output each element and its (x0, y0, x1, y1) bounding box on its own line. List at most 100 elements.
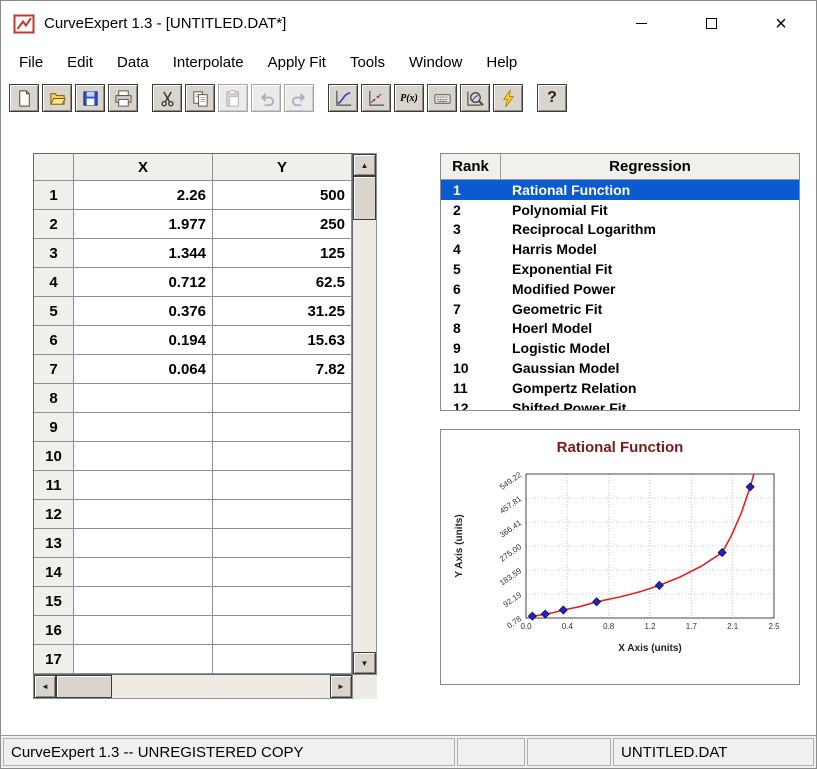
keyboard-button[interactable] (427, 84, 457, 112)
row-header[interactable]: 13 (34, 529, 74, 558)
cell-y[interactable]: 15.63 (213, 326, 352, 355)
rank-row[interactable]: 8Hoerl Model (441, 319, 799, 339)
rank-row[interactable]: 9Logistic Model (441, 338, 799, 358)
cell-x[interactable] (74, 558, 213, 587)
cell-y[interactable]: 7.82 (213, 355, 352, 384)
cell-x[interactable]: 1.344 (74, 239, 213, 268)
row-header[interactable]: 12 (34, 500, 74, 529)
cell-x[interactable] (74, 645, 213, 674)
menu-item-tools[interactable]: Tools (338, 49, 397, 76)
paste-button[interactable] (218, 84, 248, 112)
hscroll-thumb[interactable] (56, 675, 112, 698)
cell-x[interactable] (74, 384, 213, 413)
copy-button[interactable] (185, 84, 215, 112)
polynomial-button[interactable]: P(x) (394, 84, 424, 112)
print-button[interactable] (108, 84, 138, 112)
maximize-button[interactable] (676, 1, 746, 46)
cell-y[interactable]: 62.5 (213, 268, 352, 297)
row-header[interactable]: 17 (34, 645, 74, 674)
cell-y[interactable] (213, 616, 352, 645)
row-header[interactable]: 6 (34, 326, 74, 355)
save-button[interactable] (75, 84, 105, 112)
cell-y[interactable]: 500 (213, 181, 352, 210)
grid-vertical-scrollbar[interactable]: ▲ ▼ (353, 153, 377, 675)
open-button[interactable] (42, 84, 72, 112)
grid-horizontal-scrollbar[interactable]: ◄ ► (33, 675, 353, 699)
row-header[interactable]: 5 (34, 297, 74, 326)
cell-x[interactable]: 2.26 (74, 181, 213, 210)
cut-button[interactable] (152, 84, 182, 112)
undo-button[interactable] (251, 84, 281, 112)
cell-y[interactable] (213, 529, 352, 558)
close-button[interactable]: × (746, 1, 816, 46)
menu-item-edit[interactable]: Edit (55, 49, 105, 76)
cell-x[interactable] (74, 500, 213, 529)
compare-fits-button[interactable] (361, 84, 391, 112)
scroll-up-button[interactable]: ▲ (353, 154, 376, 176)
rank-row[interactable]: 10Gaussian Model (441, 358, 799, 378)
cell-y[interactable] (213, 558, 352, 587)
cell-y[interactable]: 250 (213, 210, 352, 239)
cell-x[interactable] (74, 413, 213, 442)
cell-y[interactable] (213, 471, 352, 500)
cell-y[interactable] (213, 413, 352, 442)
calculate-button[interactable] (493, 84, 523, 112)
row-header[interactable]: 8 (34, 384, 74, 413)
menu-item-data[interactable]: Data (105, 49, 161, 76)
cell-x[interactable]: 0.712 (74, 268, 213, 297)
scroll-down-button[interactable]: ▼ (353, 652, 376, 674)
menu-item-apply-fit[interactable]: Apply Fit (256, 49, 338, 76)
row-header[interactable]: 3 (34, 239, 74, 268)
column-header-y[interactable]: Y (213, 154, 352, 181)
row-header[interactable]: 7 (34, 355, 74, 384)
menu-item-file[interactable]: File (7, 49, 55, 76)
scroll-left-button[interactable]: ◄ (34, 675, 56, 698)
cell-y[interactable]: 125 (213, 239, 352, 268)
curve-finder-button[interactable] (460, 84, 490, 112)
hscroll-track[interactable] (112, 675, 330, 698)
vscroll-thumb[interactable] (353, 176, 376, 220)
cell-x[interactable] (74, 529, 213, 558)
menu-item-window[interactable]: Window (397, 49, 474, 76)
cell-x[interactable]: 1.977 (74, 210, 213, 239)
row-header[interactable]: 1 (34, 181, 74, 210)
cell-x[interactable] (74, 587, 213, 616)
cell-x[interactable] (74, 616, 213, 645)
row-header[interactable]: 4 (34, 268, 74, 297)
cell-x[interactable]: 0.194 (74, 326, 213, 355)
row-header[interactable]: 14 (34, 558, 74, 587)
cell-y[interactable] (213, 384, 352, 413)
row-header[interactable]: 2 (34, 210, 74, 239)
rank-row[interactable]: 3Reciprocal Logarithm (441, 220, 799, 240)
cell-x[interactable]: 0.376 (74, 297, 213, 326)
cell-x[interactable] (74, 442, 213, 471)
scroll-right-button[interactable]: ► (330, 675, 352, 698)
grid-corner-cell[interactable] (34, 154, 74, 181)
rank-row[interactable]: 5Exponential Fit (441, 259, 799, 279)
column-header-x[interactable]: X (74, 154, 213, 181)
rank-row[interactable]: 7Geometric Fit (441, 299, 799, 319)
new-button[interactable] (9, 84, 39, 112)
graph-button[interactable] (328, 84, 358, 112)
rank-row[interactable]: 2Polynomial Fit (441, 200, 799, 220)
vscroll-track[interactable] (353, 220, 376, 652)
cell-y[interactable] (213, 442, 352, 471)
rank-row[interactable]: 4Harris Model (441, 239, 799, 259)
row-header[interactable]: 9 (34, 413, 74, 442)
help-button[interactable]: ? (537, 84, 567, 112)
cell-y[interactable] (213, 500, 352, 529)
rank-row[interactable]: 12Shifted Power Fit (441, 398, 799, 411)
rank-row[interactable]: 6Modified Power (441, 279, 799, 299)
chart-panel[interactable]: Rational Function 0.00.40.81.21.72.12.50… (440, 429, 800, 685)
row-header[interactable]: 15 (34, 587, 74, 616)
row-header[interactable]: 10 (34, 442, 74, 471)
rank-row[interactable]: 1Rational Function (441, 180, 799, 200)
cell-y[interactable] (213, 645, 352, 674)
menu-item-help[interactable]: Help (474, 49, 529, 76)
row-header[interactable]: 11 (34, 471, 74, 500)
menu-item-interpolate[interactable]: Interpolate (161, 49, 256, 76)
cell-y[interactable]: 31.25 (213, 297, 352, 326)
rank-row[interactable]: 11Gompertz Relation (441, 378, 799, 398)
cell-y[interactable] (213, 587, 352, 616)
redo-button[interactable] (284, 84, 314, 112)
